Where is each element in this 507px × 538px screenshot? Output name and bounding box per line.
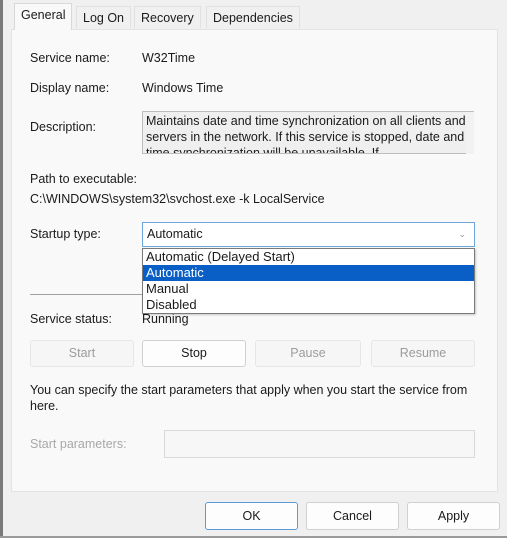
separator — [30, 294, 150, 295]
description-scrollbar[interactable] — [466, 112, 474, 154]
tab-general[interactable]: General — [14, 3, 73, 30]
start-params-input[interactable] — [164, 430, 475, 458]
description-label: Description: — [30, 120, 96, 134]
start-params-label: Start parameters: — [30, 437, 127, 451]
tab-recovery[interactable]: Recovery — [134, 6, 201, 28]
startup-type-value: Automatic — [147, 227, 203, 241]
window-border — [0, 0, 3, 538]
option-disabled[interactable]: Disabled — [143, 297, 474, 313]
service-name-label: Service name: — [30, 51, 110, 65]
apply-button[interactable]: Apply — [407, 502, 500, 530]
service-status-label: Service status: — [30, 312, 112, 326]
start-params-hint: You can specify the start parameters tha… — [30, 383, 468, 413]
path-value: C:\WINDOWS\system32\svchost.exe -k Local… — [30, 192, 325, 206]
tab-log-on[interactable]: Log On — [76, 6, 132, 28]
option-automatic-delayed[interactable]: Automatic (Delayed Start) — [143, 249, 474, 265]
display-name-value: Windows Time — [142, 81, 224, 95]
service-name-value: W32Time — [142, 51, 196, 65]
option-manual[interactable]: Manual — [143, 281, 474, 297]
pause-button[interactable]: Pause — [255, 340, 361, 367]
start-button[interactable]: Start — [30, 340, 134, 367]
startup-type-label: Startup type: — [30, 227, 101, 241]
ok-button[interactable]: OK — [205, 502, 298, 530]
resume-button[interactable]: Resume — [371, 340, 475, 367]
startup-type-select[interactable]: Automatic ⌄ — [142, 222, 475, 247]
path-label: Path to executable: — [30, 172, 138, 186]
stop-button[interactable]: Stop — [142, 340, 246, 367]
startup-type-dropdown: Automatic (Delayed Start) Automatic Manu… — [142, 248, 475, 314]
option-automatic[interactable]: Automatic — [143, 265, 474, 281]
chevron-down-icon: ⌄ — [458, 229, 466, 239]
display-name-label: Display name: — [30, 81, 110, 95]
tab-dependencies[interactable]: Dependencies — [206, 6, 300, 28]
description-text[interactable]: Maintains date and time synchronization … — [142, 111, 474, 154]
cancel-button[interactable]: Cancel — [306, 502, 399, 530]
